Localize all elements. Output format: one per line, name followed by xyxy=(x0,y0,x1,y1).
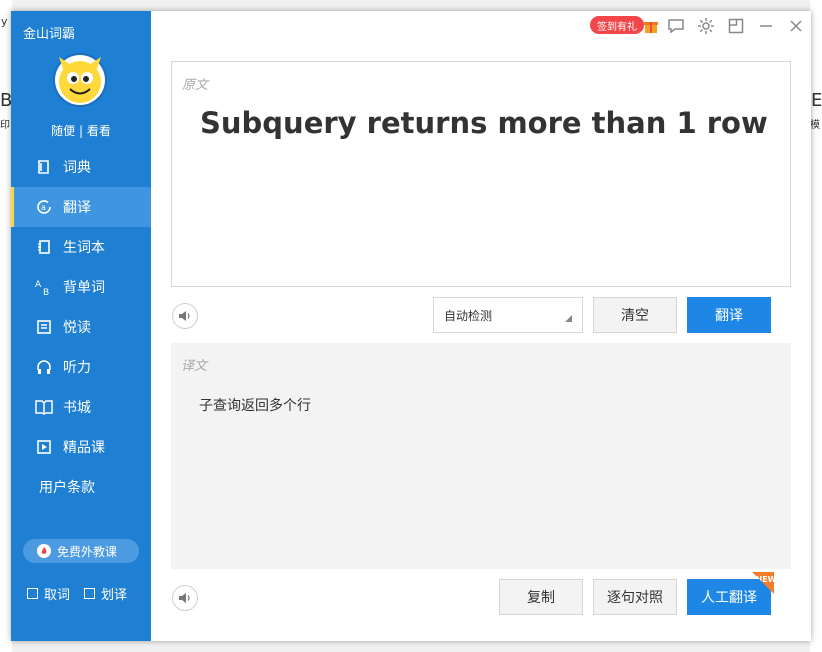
sidebar-item-terms[interactable]: 用户条款 xyxy=(11,467,151,507)
sidebar-item-translate[interactable]: a 翻译 xyxy=(11,187,151,227)
translate-button[interactable]: 翻译 xyxy=(687,297,771,333)
sidebar-item-label: 听力 xyxy=(63,360,91,376)
result-placeholder: 译文 xyxy=(181,359,208,374)
feedback-icon[interactable] xyxy=(666,16,686,36)
promo-label: 免费外教课 xyxy=(57,544,118,559)
clear-button[interactable]: 清空 xyxy=(593,297,677,333)
svg-text:A: A xyxy=(35,280,42,290)
sidebar-item-memorize[interactable]: AB 背单词 xyxy=(11,267,151,307)
selection-translate-checkbox[interactable]: 划译 xyxy=(84,584,127,603)
human-translate-button[interactable]: 人工翻译 NEW xyxy=(687,572,774,615)
copy-button[interactable]: 复制 xyxy=(499,579,583,615)
app-window: 金山词霸 随便 | 看看 词典 a 翻译 生词本 A B 背单词 悦读 听力 书… xyxy=(11,11,811,641)
video-course-icon xyxy=(35,438,53,456)
background-text: y xyxy=(1,15,8,28)
svg-text:B: B xyxy=(43,288,49,296)
language-select[interactable]: 自动检测 xyxy=(433,297,583,333)
result-text[interactable]: 子查询返回多个行 xyxy=(199,395,311,415)
sidebar-item-label: 词典 xyxy=(63,160,91,176)
dropdown-caret-icon xyxy=(565,315,572,322)
sidebar-item-label: 精品课 xyxy=(63,440,105,456)
background-text: E xyxy=(811,90,822,111)
background-text: 模 xyxy=(810,120,820,131)
dictionary-icon xyxy=(35,158,53,176)
slogan-link[interactable]: 随便 | 看看 xyxy=(11,122,151,139)
checkin-badge[interactable]: 签到有礼 xyxy=(590,16,644,34)
checkbox-label: 划译 xyxy=(101,588,128,603)
screen-capture-options: 取词 划译 xyxy=(27,584,141,603)
wordbook-icon xyxy=(35,238,53,256)
headphones-icon xyxy=(35,358,53,376)
sidebar-item-dictionary[interactable]: 词典 xyxy=(11,147,151,187)
gear-icon[interactable] xyxy=(696,16,716,36)
avatar[interactable] xyxy=(53,53,107,107)
sidebar-nav: 词典 a 翻译 生词本 AB 背单词 悦读 听力 书城 精品课 用户条款 xyxy=(11,147,151,507)
human-translate-label: 人工翻译 xyxy=(701,590,757,606)
sidebar-item-label: 翻译 xyxy=(63,200,91,216)
translate-icon: a xyxy=(35,198,53,216)
gift-icon[interactable] xyxy=(641,16,661,36)
word-capture-checkbox[interactable]: 取词 xyxy=(27,584,70,603)
reading-icon xyxy=(35,318,53,336)
checkbox-icon xyxy=(84,588,96,599)
sidebar-item-listening[interactable]: 听力 xyxy=(11,347,151,387)
sidebar-item-label: 生词本 xyxy=(63,240,105,256)
sidebar: 金山词霸 随便 | 看看 词典 a 翻译 生词本 A B 背单词 悦读 听力 书… xyxy=(11,11,151,641)
free-tutor-button[interactable]: 免费外教课 xyxy=(23,539,139,563)
mascot-icon xyxy=(55,55,105,105)
svg-text:a: a xyxy=(41,203,46,212)
sidebar-item-wordbook[interactable]: 生词本 xyxy=(11,227,151,267)
source-pronounce-button[interactable] xyxy=(172,303,198,329)
speaker-icon xyxy=(179,311,190,321)
background-right-window: E 模 xyxy=(810,0,822,652)
source-placeholder: 原文 xyxy=(182,78,209,93)
sidebar-item-courses[interactable]: 精品课 xyxy=(11,427,151,467)
result-text-area: 译文 子查询返回多个行 xyxy=(171,343,791,569)
sidebar-item-bookstore[interactable]: 书城 xyxy=(11,387,151,427)
flame-icon xyxy=(37,544,51,558)
language-select-value: 自动检测 xyxy=(444,308,493,323)
sidebar-item-label: 用户条款 xyxy=(39,480,95,496)
close-icon[interactable] xyxy=(786,16,806,36)
mini-mode-icon[interactable] xyxy=(726,16,746,36)
speaker-icon xyxy=(179,593,190,603)
app-title: 金山词霸 xyxy=(23,27,76,42)
sidebar-item-label: 悦读 xyxy=(63,320,91,336)
sidebar-item-label: 书城 xyxy=(63,400,91,416)
sidebar-item-label: 背单词 xyxy=(63,280,105,296)
sidebar-item-reading[interactable]: 悦读 xyxy=(11,307,151,347)
source-text-area[interactable]: 原文 Subquery returns more than 1 row xyxy=(171,61,791,287)
sentence-compare-button[interactable]: 逐句对照 xyxy=(593,579,677,615)
background-text: 印 xyxy=(0,120,10,131)
result-pronounce-button[interactable] xyxy=(172,585,198,611)
bookstore-icon xyxy=(35,398,53,416)
minimize-icon[interactable] xyxy=(756,16,776,36)
checkbox-label: 取词 xyxy=(44,588,71,603)
source-text[interactable]: Subquery returns more than 1 row xyxy=(200,106,768,140)
memorize-icon: AB xyxy=(35,278,53,296)
checkbox-icon xyxy=(27,588,38,599)
